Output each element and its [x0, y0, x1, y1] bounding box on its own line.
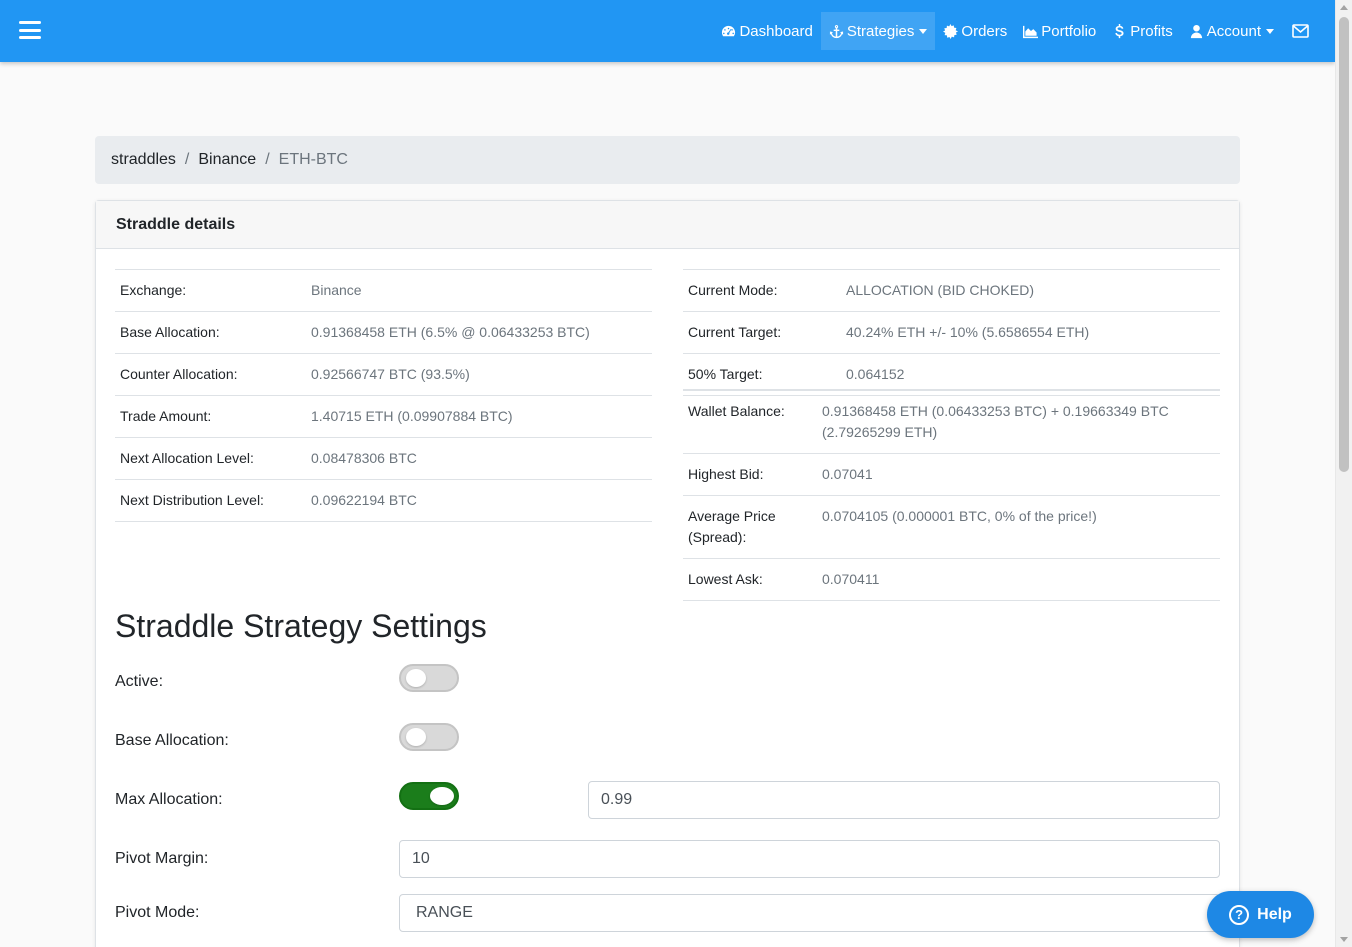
max-allocation-label: Max Allocation:: [115, 791, 223, 808]
breadcrumb-exchange[interactable]: Binance: [198, 151, 256, 169]
detail-key: Base Allocation:: [115, 311, 306, 354]
detail-key: Lowest Ask:: [683, 558, 817, 601]
table-row: Exchange: Binance: [115, 269, 652, 312]
question-circle-icon: ?: [1229, 904, 1250, 925]
detail-key: Next Distribution Level:: [115, 479, 306, 522]
table-row: Current Target: 40.24% ETH +/- 10% (5.658…: [683, 311, 1220, 354]
nav-items: Dashboard Strategies Orders Portfolio Pr…: [713, 12, 1335, 50]
table-row: Current Mode: ALLOCATION (BID CHOKED): [683, 269, 1220, 312]
dollar-icon: [1115, 23, 1124, 38]
detail-key: Wallet Balance:: [683, 389, 817, 454]
details-table-right-bottom: Wallet Balance: 0.91368458 ETH (0.0643325…: [683, 389, 1220, 601]
scroll-down-icon[interactable]: [1340, 937, 1348, 942]
breadcrumb-straddles[interactable]: straddles: [111, 151, 176, 169]
detail-value: 0.0704105 (0.000001 BTC, 0% of the price…: [817, 495, 1220, 559]
toggle-knob: [406, 728, 426, 746]
detail-value: 0.91368458 ETH (6.5% @ 0.06433253 BTC): [306, 311, 652, 354]
detail-key: Next Allocation Level:: [115, 437, 306, 480]
detail-key: Current Mode:: [683, 269, 841, 312]
detail-value: 0.07041: [817, 453, 1220, 496]
details-table-right-top: Current Mode: ALLOCATION (BID CHOKED) Cur…: [683, 269, 1220, 396]
nav-orders-label: Orders: [961, 22, 1008, 40]
toggle-knob: [406, 669, 426, 687]
help-label: Help: [1257, 905, 1292, 923]
nav-dashboard-label: Dashboard: [739, 22, 813, 40]
nav-profits-label: Profits: [1130, 22, 1173, 40]
max-allocation-input[interactable]: [588, 781, 1220, 819]
settings-title: Straddle Strategy Settings: [115, 608, 487, 644]
pivot-mode-value: RANGE: [416, 904, 473, 921]
base-allocation-label: Base Allocation:: [115, 732, 229, 749]
envelope-icon: [1292, 24, 1309, 38]
table-row: Average Price (Spread): 0.0704105 (0.0000…: [683, 495, 1220, 559]
breadcrumb-separator: /: [265, 151, 270, 168]
nav-dashboard[interactable]: Dashboard: [713, 12, 820, 50]
table-row: Lowest Ask: 0.070411: [683, 558, 1220, 601]
base-allocation-toggle[interactable]: [399, 723, 459, 751]
page-scrollbar[interactable]: [1335, 0, 1352, 947]
nav-profits[interactable]: Profits: [1104, 12, 1181, 50]
detail-value: 0.08478306 BTC: [306, 437, 652, 480]
nav-account[interactable]: Account: [1181, 12, 1282, 50]
hamburger-menu-icon[interactable]: [19, 21, 41, 39]
active-toggle[interactable]: [399, 664, 459, 692]
pivot-margin-input[interactable]: [399, 840, 1220, 878]
toggle-knob: [430, 787, 454, 805]
pivot-mode-select[interactable]: RANGE: [399, 894, 1220, 932]
detail-key: Average Price (Spread):: [683, 495, 817, 559]
pivot-mode-label: Pivot Mode:: [115, 904, 200, 921]
area-chart-icon: [1023, 25, 1039, 38]
user-icon: [1190, 24, 1202, 38]
card-title: Straddle details: [96, 201, 1239, 249]
nav-strategies[interactable]: Strategies: [820, 12, 936, 50]
details-table-left: Exchange: Binance Base Allocation: 0.91368…: [115, 269, 652, 522]
table-row: Next Distribution Level: 0.09622194 BTC: [115, 479, 652, 522]
detail-value: 0.92566747 BTC (93.5%): [306, 353, 652, 396]
nav-orders[interactable]: Orders: [935, 12, 1015, 50]
breadcrumb-current: ETH-BTC: [278, 151, 348, 168]
gear-icon: [943, 23, 959, 39]
detail-key: Trade Amount:: [115, 395, 306, 438]
chevron-down-icon: [919, 28, 928, 34]
detail-key: Counter Allocation:: [115, 353, 306, 396]
straddle-details-card: Straddle details Exchange: Binance Base A…: [95, 200, 1240, 947]
detail-value: 1.40715 ETH (0.09907884 BTC): [306, 395, 652, 438]
detail-key: Current Target:: [683, 311, 841, 354]
table-row: Base Allocation: 0.91368458 ETH (6.5% @ 0…: [115, 311, 652, 354]
detail-value: 0.070411: [817, 558, 1220, 601]
nav-portfolio-label: Portfolio: [1041, 22, 1097, 40]
nav-account-label: Account: [1206, 22, 1261, 40]
table-row: Highest Bid: 0.07041: [683, 453, 1220, 496]
anchor-icon: [829, 24, 843, 38]
table-row: Next Allocation Level: 0.08478306 BTC: [115, 437, 652, 480]
detail-value: 40.24% ETH +/- 10% (5.6586554 ETH): [841, 311, 1220, 354]
chevron-down-icon: [1266, 28, 1274, 34]
detail-key: Highest Bid:: [683, 453, 817, 496]
nav-strategies-label: Strategies: [846, 22, 915, 40]
table-row: Wallet Balance: 0.91368458 ETH (0.0643325…: [683, 389, 1220, 454]
max-allocation-toggle[interactable]: [399, 782, 459, 810]
breadcrumb: straddles / Binance / ETH-BTC: [95, 136, 1240, 184]
detail-value: 0.91368458 ETH (0.06433253 BTC) + 0.1966…: [817, 389, 1220, 454]
tachometer-icon: [722, 25, 736, 36]
scroll-thumb[interactable]: [1339, 17, 1349, 472]
breadcrumb-separator: /: [184, 151, 190, 168]
scroll-up-icon[interactable]: [1340, 5, 1348, 10]
active-label: Active:: [115, 673, 164, 690]
detail-value: ALLOCATION (BID CHOKED): [841, 269, 1220, 312]
detail-key: Exchange:: [115, 269, 306, 312]
top-navbar: Dashboard Strategies Orders Portfolio Pr…: [0, 0, 1335, 62]
pivot-margin-label: Pivot Margin:: [115, 850, 209, 867]
help-button[interactable]: ? Help: [1207, 891, 1314, 938]
detail-value: Binance: [306, 269, 652, 312]
nav-portfolio[interactable]: Portfolio: [1015, 12, 1104, 50]
table-row: Counter Allocation: 0.92566747 BTC (93.5%…: [115, 353, 652, 396]
table-row: Trade Amount: 1.40715 ETH (0.09907884 BTC…: [115, 395, 652, 438]
nav-mail[interactable]: [1288, 12, 1313, 50]
detail-value: 0.09622194 BTC: [306, 479, 652, 522]
